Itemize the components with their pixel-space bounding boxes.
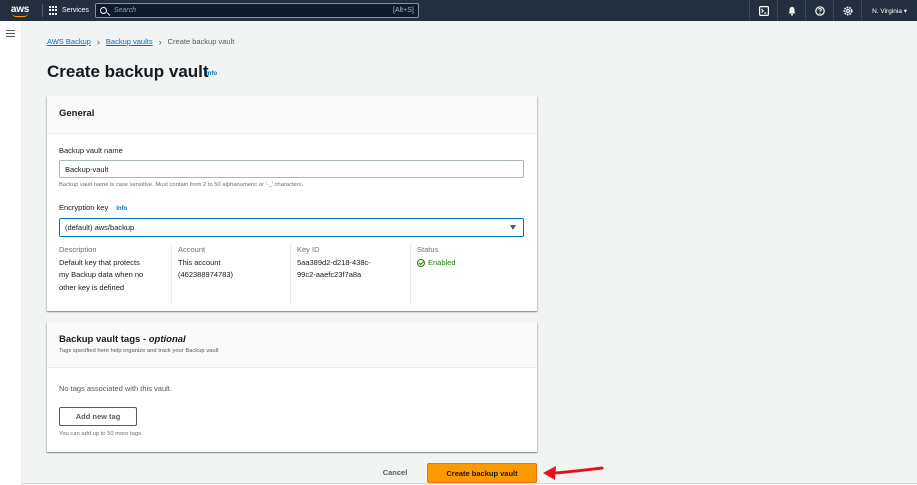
nav-right: N. Virginia ▾ xyxy=(749,0,917,21)
add-new-tag-button[interactable]: Add new tag xyxy=(59,407,137,426)
top-nav: aws Services Search [Alt+S] N. Virginia … xyxy=(0,0,917,21)
add-tag-hint: You can add up to 50 more tags. xyxy=(59,431,143,437)
search-placeholder: Search xyxy=(113,7,137,14)
hamburger-menu-icon[interactable] xyxy=(6,30,15,37)
keyid-line-1: 5aa389d2-d218-438c- xyxy=(297,257,371,267)
description-line-3: other key is defined xyxy=(59,282,125,292)
encryption-key-label-text: Encryption key xyxy=(59,203,109,212)
account-line-1: This account xyxy=(178,257,221,267)
general-panel-header: General xyxy=(47,96,537,134)
help-button[interactable] xyxy=(805,0,833,21)
settings-button[interactable] xyxy=(833,0,861,21)
encryption-key-select[interactable]: (default) aws/backup xyxy=(59,218,524,237)
page-info-link[interactable]: Info xyxy=(206,71,217,77)
region-selector[interactable]: N. Virginia ▾ xyxy=(861,0,917,21)
aws-logo[interactable]: aws xyxy=(2,0,38,21)
status-badge: Enabled xyxy=(417,257,520,270)
gear-icon xyxy=(843,6,853,15)
breadcrumb-aws-backup[interactable]: AWS Backup xyxy=(47,37,91,46)
services-label: Services xyxy=(62,7,89,14)
search-shortcut: [Alt+S] xyxy=(393,7,414,14)
tags-description: Tags specified here help organize and tr… xyxy=(59,348,219,354)
status-value: Enabled xyxy=(428,257,456,267)
breadcrumb-backup-vaults[interactable]: Backup vaults xyxy=(106,37,153,46)
key-id: Key ID 5aa389d2-d218-438c- 99c2-aaefc23f… xyxy=(290,244,410,304)
tags-panel-header: Backup vault tags - optional Tags specif… xyxy=(47,322,537,368)
help-icon xyxy=(814,5,825,16)
grid-icon xyxy=(49,6,58,15)
description-line-1: Default key that protects xyxy=(59,257,140,267)
account-key: Account xyxy=(178,245,206,254)
tags-panel: Backup vault tags - optional Tags specif… xyxy=(47,322,537,452)
check-circle-icon xyxy=(417,258,425,267)
cancel-button[interactable]: Cancel xyxy=(372,463,418,482)
tags-title-optional: optional xyxy=(148,334,186,345)
bell-icon xyxy=(788,6,796,16)
side-navigation-strip xyxy=(0,21,22,485)
description-key: Description xyxy=(59,245,97,254)
search-icon xyxy=(99,7,107,14)
red-arrow-annotation xyxy=(543,466,604,480)
status-key: Status xyxy=(417,245,439,254)
encryption-key-label: Encryption key Info xyxy=(59,203,127,212)
breadcrumb: AWS Backup › Backup vaults › Create back… xyxy=(47,37,234,46)
chevron-right-icon: › xyxy=(158,36,162,47)
encryption-info-link[interactable]: Info xyxy=(116,206,127,212)
notifications-button[interactable] xyxy=(777,0,805,21)
encryption-key-value: (default) aws/backup xyxy=(65,223,135,232)
description-line-2: my Backup data when no xyxy=(59,270,144,279)
vault-name-label: Backup vault name xyxy=(59,146,123,155)
cloudshell-icon xyxy=(758,5,769,16)
aws-smile-icon xyxy=(12,13,28,17)
vault-name-constraint: Backup vault name is case sensitive. Mus… xyxy=(59,182,304,188)
keyid-line-2: 99c2-aaefc23f7a8a xyxy=(297,270,362,279)
keyid-key: Key ID xyxy=(297,245,320,254)
create-backup-vault-button[interactable]: Create backup vault xyxy=(427,463,537,483)
key-description: Description Default key that protects my… xyxy=(59,244,169,304)
account-line-2: (462388974783) xyxy=(178,270,234,279)
chevron-right-icon: › xyxy=(96,36,100,47)
key-status: Status Enabled xyxy=(410,244,520,304)
general-panel: General Backup vault name Backup-vault B… xyxy=(47,96,537,311)
no-tags-message: No tags associated with this vault. xyxy=(59,384,172,393)
key-account: Account This account (462388974783) xyxy=(171,244,289,304)
search-input[interactable]: Search [Alt+S] xyxy=(94,3,419,18)
breadcrumb-current: Create backup vault xyxy=(167,37,235,46)
vault-name-input[interactable]: Backup-vault xyxy=(59,160,524,178)
general-panel-title: General xyxy=(59,108,95,119)
services-menu[interactable]: Services xyxy=(49,6,89,15)
footer-divider xyxy=(22,483,917,484)
nav-divider xyxy=(42,4,43,17)
page-title: Create backup vault xyxy=(47,62,209,81)
cloudshell-button[interactable] xyxy=(749,0,777,21)
caret-down-icon xyxy=(510,225,516,230)
tags-title-text: Backup vault tags - xyxy=(59,334,149,345)
tags-panel-title: Backup vault tags - optional xyxy=(59,334,525,345)
